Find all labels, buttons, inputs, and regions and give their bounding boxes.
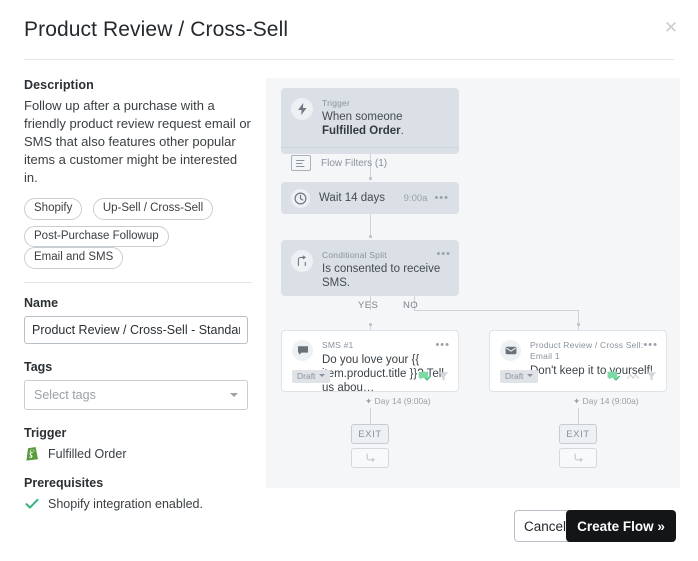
exit-node-right[interactable]: EXIT (559, 424, 597, 444)
wait-node-time: 9:00a (403, 192, 428, 204)
split-node-menu-icon[interactable]: ••• (436, 249, 451, 260)
smart-sending-icon (627, 372, 639, 381)
tag-row: Post-Purchase Followup Email and SMS (24, 225, 252, 269)
connector-dot (577, 323, 580, 326)
trigger-text-prefix: When someone (322, 111, 403, 123)
connector (414, 310, 578, 311)
clock-icon (291, 188, 310, 208)
email-day-tag: ✦ Day 14 (9:00a) (573, 396, 639, 406)
prerequisites-label: Prerequisites (24, 475, 104, 490)
chevron-down-icon (230, 392, 238, 397)
add-branch-button-right[interactable] (559, 448, 597, 468)
split-node-text: Is consented to receive SMS. (322, 263, 441, 289)
add-branch-button-left[interactable] (351, 448, 389, 468)
shopify-icon (24, 446, 40, 462)
split-node-kicker: Conditional Split (322, 250, 387, 260)
branch-label-no: NO (403, 300, 419, 311)
flow-node-sms[interactable]: ••• SMS #1 Do you love your {{ item.prod… (281, 330, 459, 394)
template-preview-modal: Product Review / Cross-Sell ✕ Descriptio… (0, 0, 698, 561)
chevron-down-icon (527, 374, 534, 378)
trigger-text-bold: Fulfilled Order (322, 125, 401, 137)
name-input[interactable] (24, 315, 248, 344)
branch-label-yes: YES (358, 300, 379, 311)
details-panel: Description Follow up after a purchase w… (24, 78, 252, 512)
email-node-footer: Draft (490, 363, 666, 392)
branch-icon (366, 453, 375, 462)
flow-node-conditional-split[interactable]: ••• Conditional Split Is consented to re… (281, 240, 459, 296)
branch-icon (574, 453, 583, 462)
chevron-down-icon (319, 374, 326, 378)
wait-node-label: Wait 14 days (319, 192, 386, 204)
trigger-text-suffix: . (400, 125, 404, 137)
filter-funnel-icon (646, 371, 657, 382)
connector (370, 408, 371, 424)
tags-select[interactable]: Select tags (24, 379, 248, 410)
tag-list: Shopify Up-Sell / Cross-Sell Post-Purcha… (24, 198, 252, 269)
flow-preview-canvas[interactable]: Trigger When someone Fulfilled Order. Fl… (266, 78, 680, 488)
tag-pill[interactable]: Email and SMS (24, 247, 124, 269)
sms-node-kicker: SMS #1 (322, 340, 354, 350)
email-status-badge[interactable]: Draft (500, 369, 539, 383)
description-text: Follow up after a purchase with a friend… (24, 98, 251, 185)
create-flow-button[interactable]: Create Flow » (566, 510, 676, 542)
exit-node-left[interactable]: EXIT (351, 424, 389, 444)
trigger-label: Trigger (24, 425, 67, 440)
connector (578, 408, 579, 424)
trigger-node-head: Trigger When someone Fulfilled Order. (281, 88, 459, 138)
page-title: Product Review / Cross-Sell (24, 18, 289, 41)
trigger-value: Fulfilled Order (48, 446, 127, 461)
flow-node-trigger[interactable]: Trigger When someone Fulfilled Order. Fl… (281, 88, 459, 171)
close-icon[interactable]: ✕ (660, 16, 682, 38)
trigger-node-text: When someone Fulfilled Order. (322, 110, 449, 138)
sms-bubble-icon (292, 340, 313, 361)
flow-filters-label: Flow Filters (1) (321, 157, 388, 169)
message-sent-icon (418, 371, 431, 382)
description-label: Description (24, 78, 94, 92)
flow-node-email[interactable]: ••• Product Review / Cross Sell: Email 1… (489, 330, 667, 392)
tags-label: Tags (24, 359, 53, 374)
filters-icon (291, 155, 311, 171)
tag-pill[interactable]: Post-Purchase Followup (24, 225, 169, 248)
email-node-menu-icon[interactable]: ••• (643, 340, 658, 351)
connector-dot (369, 235, 372, 238)
sms-node-menu-icon[interactable]: ••• (435, 340, 450, 351)
modal-footer: Cancel Create Flow » (0, 499, 698, 561)
trigger-value-row: Fulfilled Order (24, 446, 252, 462)
tags-select-placeholder: Select tags (34, 387, 96, 402)
tag-pill[interactable]: Up-Sell / Cross-Sell (92, 198, 214, 220)
filter-funnel-icon (438, 371, 449, 382)
sms-status-badge[interactable]: Draft (292, 369, 331, 383)
header-divider (24, 59, 674, 60)
email-status-label: Draft (505, 370, 524, 381)
name-label: Name (24, 295, 59, 310)
wait-node-menu-icon[interactable]: ••• (434, 192, 449, 204)
split-icon (291, 250, 313, 272)
details-divider (24, 281, 252, 283)
sms-node-footer: Draft (282, 363, 458, 392)
tag-pill[interactable]: Shopify (24, 198, 83, 220)
tag-row: Shopify Up-Sell / Cross-Sell (24, 198, 252, 220)
flow-filters-row[interactable]: Flow Filters (1) (281, 148, 459, 179)
modal-header: Product Review / Cross-Sell ✕ (0, 0, 698, 60)
trigger-node-kicker: Trigger (322, 98, 351, 108)
message-sent-icon (607, 371, 620, 382)
envelope-icon (500, 340, 521, 361)
sms-status-label: Draft (297, 370, 316, 381)
email-node-kicker: Product Review / Cross Sell: Email 1 (530, 340, 644, 361)
flow-node-wait[interactable]: Wait 14 days 9:00a ••• (281, 182, 459, 214)
sms-day-tag: ✦ Day 14 (9:00a) (365, 396, 431, 406)
bolt-icon (291, 98, 313, 120)
split-node-head: Conditional Split Is consented to receiv… (281, 240, 459, 290)
